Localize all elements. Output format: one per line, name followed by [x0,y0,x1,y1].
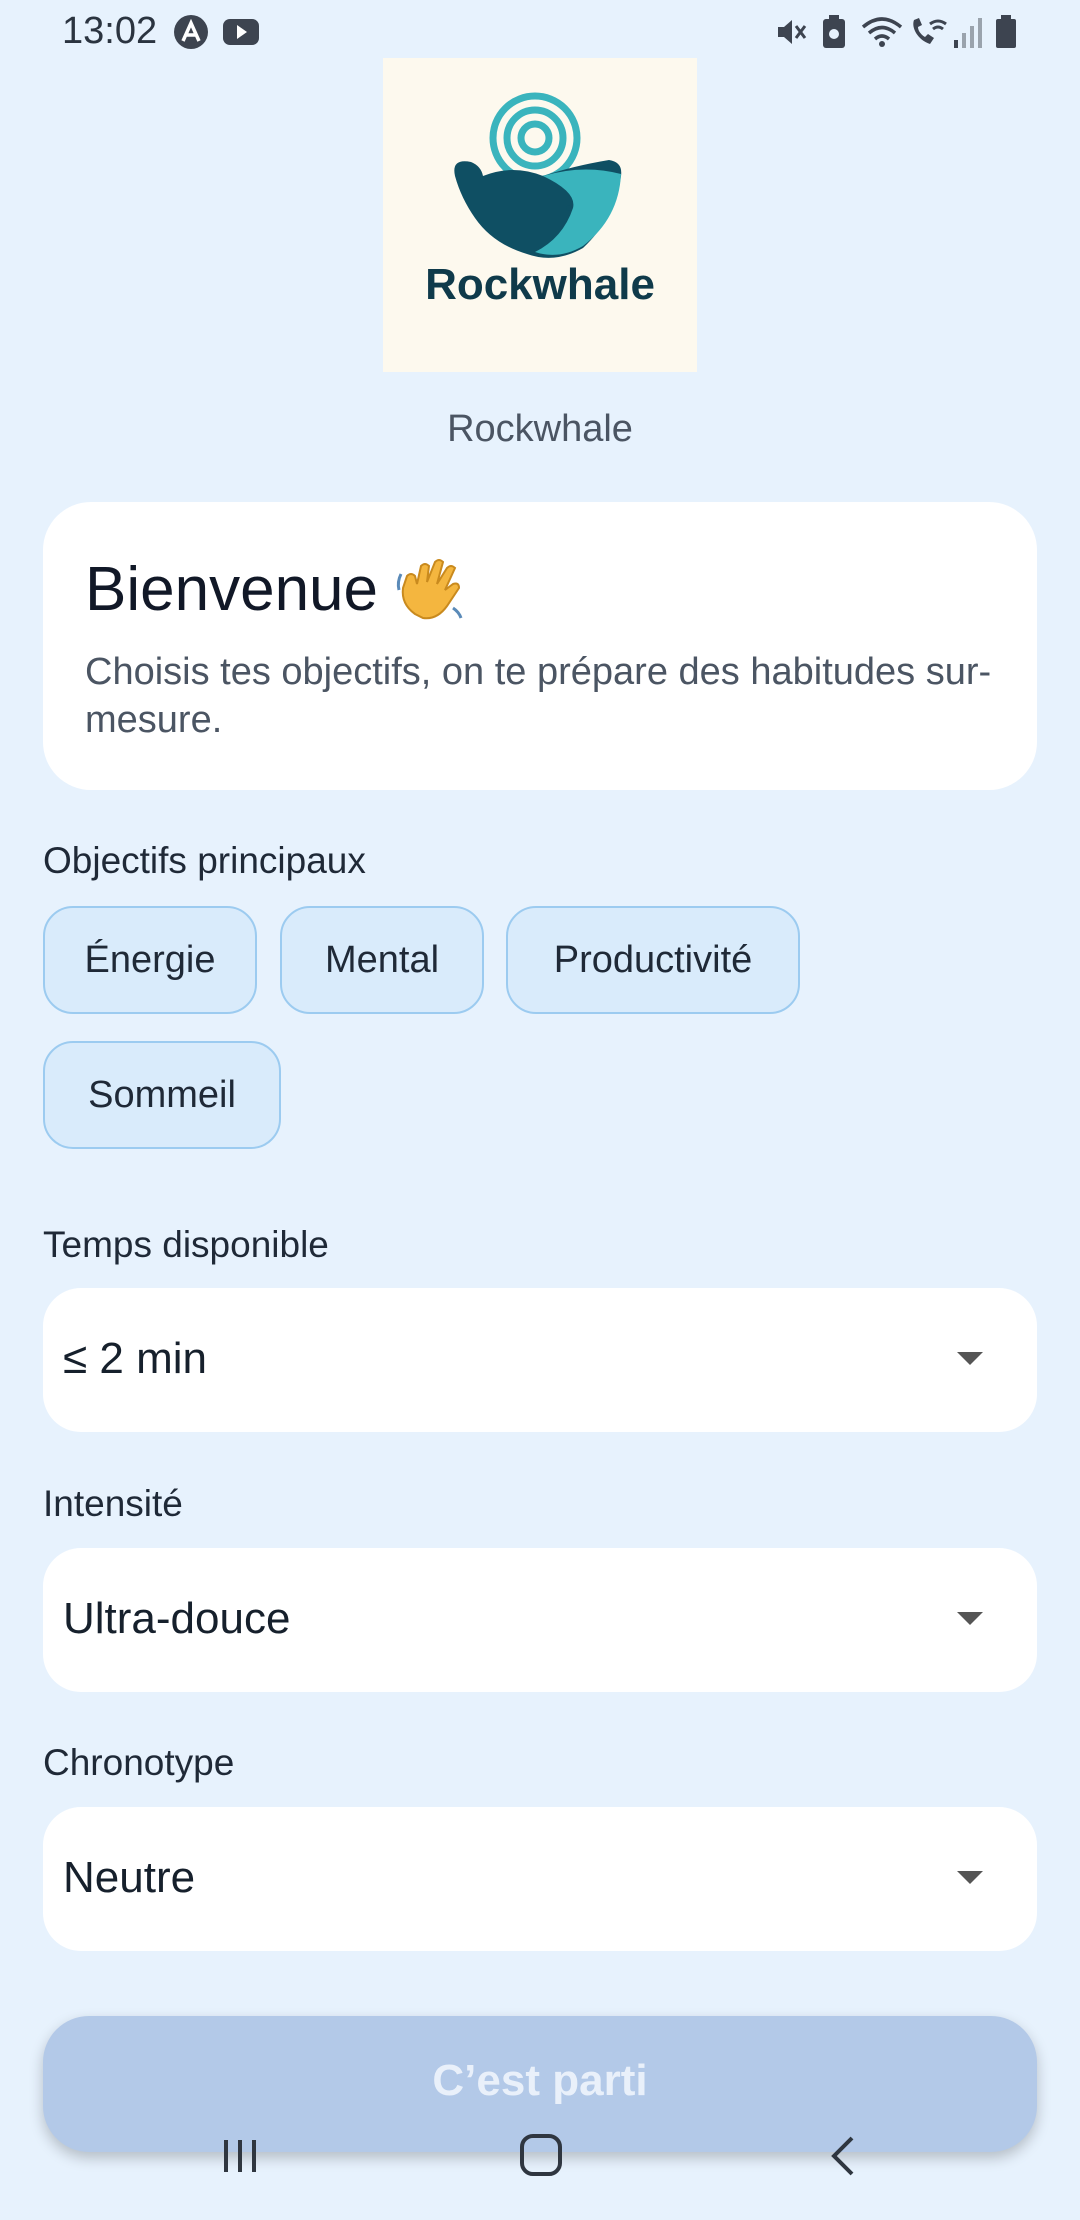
logo-wordmark: Rockwhale [425,260,655,309]
wifi-call-icon [913,18,947,44]
chronotype-select[interactable]: Neutre [43,1807,1037,1951]
chronotype-value: Neutre [63,1853,196,1902]
goal-chip-mental[interactable]: Mental [280,906,484,1014]
goal-chip-productivite[interactable]: Productivité [506,906,800,1014]
back-icon[interactable] [824,2134,864,2178]
chronotype-label: Chronotype [43,1742,235,1783]
app-notification-icon [174,15,208,49]
goal-chip-energie[interactable]: Énergie [43,906,257,1014]
dropdown-arrow-icon [957,1352,983,1365]
battery-saver-icon [823,15,845,48]
dropdown-arrow-icon [957,1871,983,1884]
whale-logo-icon [454,92,622,258]
status-bar: 13:02 [0,0,1080,64]
time-available-value: ≤ 2 min [63,1334,207,1383]
waving-hand-icon [396,559,463,620]
intensity-label: Intensité [43,1483,183,1524]
start-button-label: C’est parti [432,2056,648,2105]
app-name: Rockwhale [447,408,633,450]
status-time: 13:02 [62,10,158,52]
time-available-label: Temps disponible [43,1224,329,1265]
welcome-title: Bienvenue [85,555,379,624]
welcome-subtitle: Choisis tes objectifs, on te prépare des… [85,651,992,741]
recents-icon[interactable] [218,2134,262,2178]
system-nav-bar [0,2112,1080,2220]
dropdown-arrow-icon [957,1612,983,1625]
goal-chip-sommeil[interactable]: Sommeil [43,1041,281,1149]
home-icon[interactable] [518,2132,564,2178]
signal-icon [954,18,982,48]
goals-label: Objectifs principaux [43,840,366,881]
intensity-select[interactable]: Ultra-douce [43,1548,1037,1692]
welcome-card: Bienvenue Choisis tes objectifs, on te p… [43,502,1037,790]
intensity-value: Ultra-douce [63,1594,291,1643]
wifi-icon [861,17,903,47]
app-logo: Rockwhale [383,58,697,372]
battery-icon [996,15,1016,48]
youtube-icon [223,19,259,45]
time-available-select[interactable]: ≤ 2 min [43,1288,1037,1432]
mute-icon [778,20,807,44]
